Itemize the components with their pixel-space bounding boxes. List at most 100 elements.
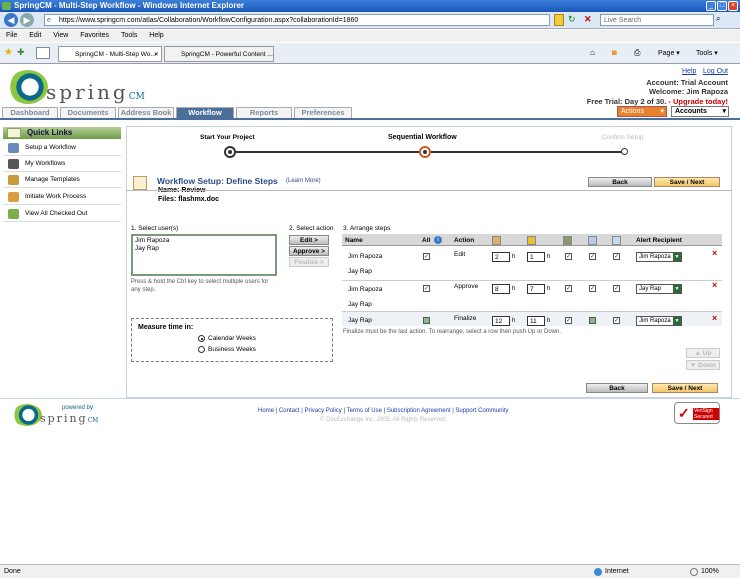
menu-edit[interactable]: Edit	[29, 32, 41, 39]
info-icon[interactable]: i	[434, 236, 442, 244]
add-favorite-icon[interactable]: ✚	[17, 47, 25, 58]
search-icon[interactable]: ⌕	[716, 14, 728, 26]
user-option[interactable]: Jim Rapoza	[133, 236, 275, 245]
zoom-icon[interactable]	[690, 568, 698, 576]
row1-all-checkbox[interactable]: ✓	[423, 253, 430, 260]
help-link[interactable]: Help	[682, 68, 696, 75]
row1-document-checkbox[interactable]: ✓	[589, 253, 596, 260]
row1-users-checkbox[interactable]: ✓	[565, 253, 572, 260]
checked-out-icon	[8, 209, 19, 219]
home-icon[interactable]: ⌂	[590, 48, 595, 57]
nav-tab-preferences[interactable]: Preferences	[294, 107, 352, 118]
actions-select[interactable]: Actions ▾	[617, 106, 667, 117]
row3-recipient-select[interactable]: Jim Rapoza ▼	[636, 316, 682, 326]
row3-notify-checkbox[interactable]: ✓	[613, 317, 620, 324]
users-listbox[interactable]: Jim Rapoza Jay Rap	[131, 234, 277, 276]
menu-tools[interactable]: Tools	[121, 32, 137, 39]
tools-menu[interactable]: Tools ▾	[696, 49, 718, 57]
nav-tab-address-book[interactable]: Address Book	[118, 107, 174, 118]
row1-reminder-input[interactable]: 1	[527, 252, 545, 262]
close-tab-icon[interactable]: ×	[154, 47, 158, 62]
row3-document-checkbox[interactable]	[589, 317, 596, 324]
row2-notify-checkbox[interactable]: ✓	[613, 285, 620, 292]
row2-reminder-input[interactable]: 7	[527, 284, 545, 294]
nav-tab-documents[interactable]: Documents	[60, 107, 116, 118]
row3-reminder-input[interactable]: 11	[527, 316, 545, 326]
powered-by: powered by	[62, 405, 94, 411]
close-window-button[interactable]: ×	[728, 1, 738, 11]
row1-duration-input[interactable]: 2	[492, 252, 510, 262]
back-arrow-icon[interactable]: ◀	[4, 13, 18, 27]
verisign-badge[interactable]: ✓ VeriSign Secured	[674, 402, 720, 424]
logout-link[interactable]: Log Out	[703, 68, 728, 75]
tab-springcm-content[interactable]: SpringCM - Powerful Content ...	[164, 46, 274, 62]
favorites-star-icon[interactable]: ★	[4, 47, 13, 58]
row2-users-checkbox[interactable]: ✓	[565, 285, 572, 292]
browser-tab-bar: ★ ✚ SpringCM - Multi-Step Wo... × Spring…	[0, 43, 740, 64]
nav-tab-dashboard[interactable]: Dashboard	[2, 107, 58, 118]
quick-link-view-checked-out[interactable]: View All Checked Out	[3, 206, 121, 222]
checkmark-icon: ✓	[678, 405, 690, 421]
calendar-weeks-radio[interactable]	[198, 335, 205, 342]
row3-users-checkbox[interactable]: ✓	[565, 317, 572, 324]
save-next-button-bottom[interactable]: Save / Next	[652, 383, 718, 393]
row3-delete-icon[interactable]: ×	[712, 313, 717, 323]
row2-document-checkbox[interactable]: ✓	[589, 285, 596, 292]
nav-tab-reports[interactable]: Reports	[236, 107, 292, 118]
print-icon[interactable]: ⎙	[634, 48, 640, 58]
stop-icon[interactable]: ✕	[584, 14, 594, 26]
save-next-button-top[interactable]: Save / Next	[654, 177, 720, 187]
page-menu[interactable]: Page ▾	[658, 49, 680, 57]
row3-user1: Jay Rap	[348, 317, 372, 324]
business-weeks-label: Business Weeks	[208, 346, 256, 353]
address-input[interactable]: e https://www.springcm.com/atlas/Collabo…	[44, 14, 550, 26]
user-option[interactable]: Jay Rap	[133, 245, 275, 252]
trial-status: Free Trial: Day 2 of 30. - Upgrade today…	[586, 97, 728, 106]
menu-help[interactable]: Help	[149, 32, 163, 39]
footer-links[interactable]: Home | Contact | Privacy Policy | Terms …	[258, 408, 508, 414]
row1-delete-icon[interactable]: ×	[712, 248, 717, 258]
approve-action-button[interactable]: Approve >	[289, 246, 329, 256]
row2-duration-input[interactable]: 8	[492, 284, 510, 294]
forward-arrow-icon[interactable]: ▶	[20, 13, 34, 27]
upgrade-link[interactable]: - Upgrade today!	[668, 97, 728, 106]
row3-all-checkbox[interactable]	[423, 317, 430, 324]
quick-link-setup-workflow[interactable]: Setup a Workflow	[3, 140, 121, 156]
quick-link-my-workflows[interactable]: My Workflows	[3, 156, 121, 172]
menu-file[interactable]: File	[6, 32, 17, 39]
row2-user2: Jay Rap	[348, 301, 372, 308]
search-input[interactable]: Live Search	[600, 14, 714, 26]
quick-link-initiate-work-process[interactable]: Initiate Work Process	[3, 189, 121, 205]
business-weeks-radio[interactable]	[198, 346, 205, 353]
row2-delete-icon[interactable]: ×	[712, 280, 717, 290]
zoom-level[interactable]: 100%	[701, 565, 719, 578]
step-progress-line	[236, 151, 626, 153]
learn-more-link[interactable]: (Learn More)	[286, 178, 321, 184]
chevron-down-icon: ▼	[673, 317, 681, 325]
maximize-button[interactable]: □	[717, 1, 727, 11]
tab-springcm-workflow[interactable]: SpringCM - Multi-Step Wo... ×	[58, 46, 162, 62]
feeds-icon[interactable]: ◙	[612, 48, 617, 57]
minimize-button[interactable]: _	[706, 1, 716, 11]
row1-reminder-unit: h	[547, 254, 551, 260]
tab-list-icon[interactable]	[36, 47, 50, 59]
finalize-action-button[interactable]: Finalize >	[289, 257, 329, 267]
move-up-button[interactable]: ▲ Up	[686, 348, 720, 358]
row3-duration-input[interactable]: 12	[492, 316, 510, 326]
refresh-icon[interactable]: ↻	[568, 14, 578, 26]
back-button-bottom[interactable]: Back	[586, 383, 648, 393]
clock-icon	[492, 236, 501, 245]
row2-recipient-select[interactable]: Jay Rap ▼	[636, 284, 682, 294]
row1-recipient-select[interactable]: Jim Rapoza ▼	[636, 252, 682, 262]
back-button-top[interactable]: Back	[588, 177, 652, 187]
menu-view[interactable]: View	[53, 32, 68, 39]
menu-favorites[interactable]: Favorites	[80, 32, 109, 39]
row2-all-checkbox[interactable]: ✓	[423, 285, 430, 292]
nav-tab-workflow[interactable]: Workflow	[176, 107, 234, 118]
step-label-middle: Sequential Workflow	[388, 134, 457, 141]
row1-notify-checkbox[interactable]: ✓	[613, 253, 620, 260]
accounts-select[interactable]: Accounts ▾	[671, 106, 729, 117]
move-down-button[interactable]: ▼ Down	[686, 360, 720, 370]
quick-link-manage-templates[interactable]: Manage Templates	[3, 172, 121, 188]
edit-action-button[interactable]: Edit >	[289, 235, 329, 245]
